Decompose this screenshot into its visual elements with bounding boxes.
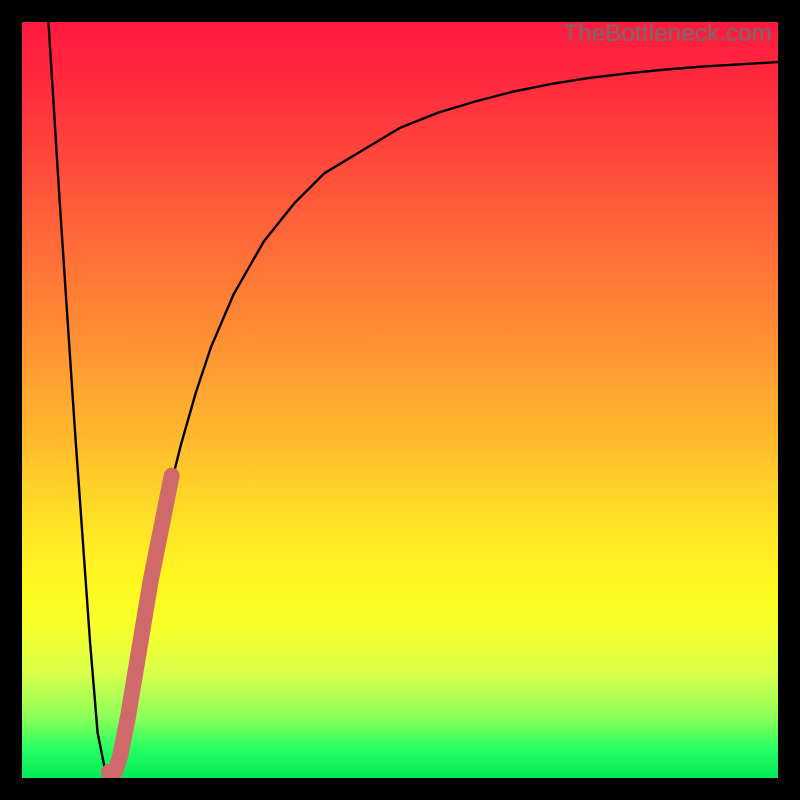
watermark-text: TheBottleneck.com [563, 20, 772, 48]
highlight-curve [109, 476, 172, 776]
chart-frame: TheBottleneck.com [0, 0, 800, 800]
bottleneck-curve-path [48, 22, 778, 778]
plot-area [22, 22, 778, 778]
highlight-segment-path [109, 476, 172, 776]
main-curve [48, 22, 778, 778]
curve-layer [22, 22, 778, 778]
